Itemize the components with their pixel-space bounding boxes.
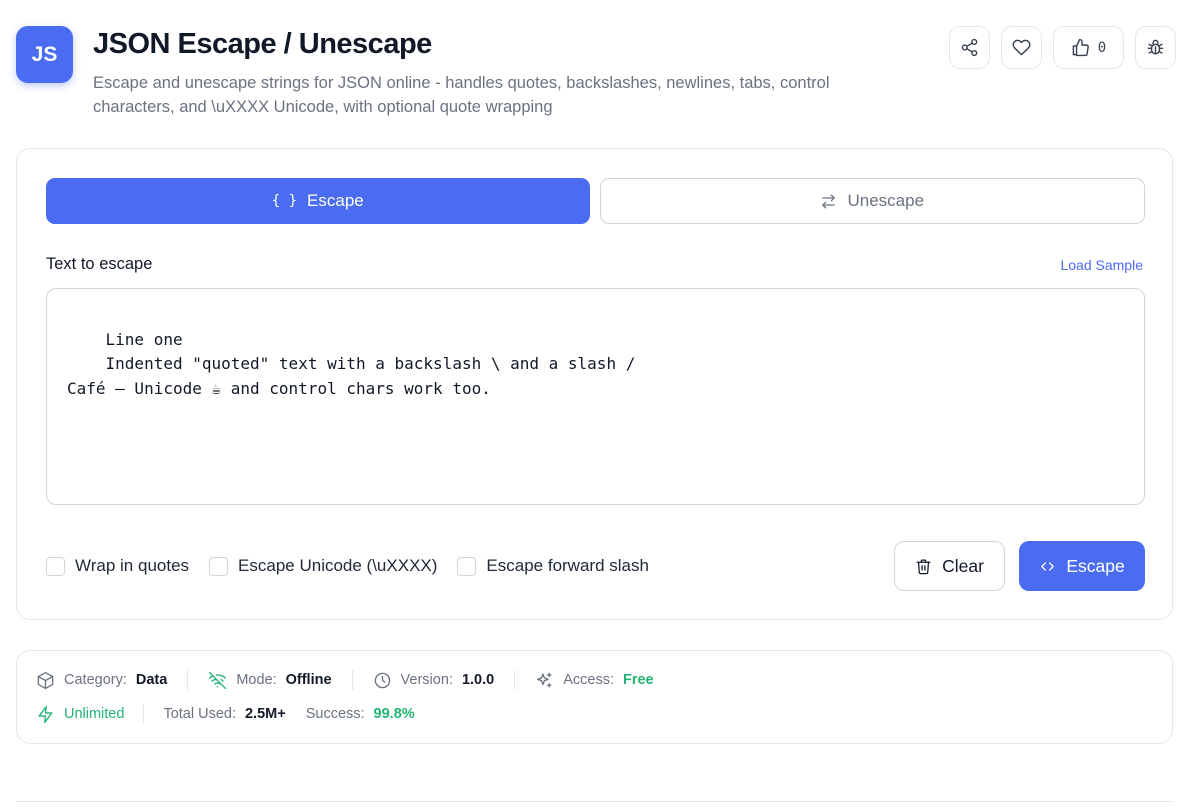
escape-button[interactable]: Escape (1019, 541, 1145, 591)
text-input[interactable]: Line one Indented "quoted" text with a b… (46, 288, 1145, 505)
meta-access: Access: Free (535, 671, 654, 690)
swap-arrows-icon (822, 193, 836, 209)
like-button[interactable]: 0 (1053, 26, 1124, 69)
code-icon (1041, 561, 1055, 571)
wrap-quotes-checkbox[interactable] (46, 556, 65, 576)
escape-unicode-checkbox[interactable] (209, 556, 229, 576)
header-actions: 0 (949, 26, 1176, 69)
meta-total-used-label: Total Used: (163, 706, 236, 722)
meta-total-used: Total Used: 2.5M+ (163, 706, 285, 722)
tool-card: { } Escape Unescape Text to escape Load … (16, 148, 1173, 620)
meta-mode: Mode: Offline (208, 671, 332, 690)
meta-category: Category: Data (36, 671, 167, 690)
divider (351, 670, 353, 690)
tool-logo: JS (16, 26, 73, 83)
text-input-value: Line one Indented "quoted" text with a b… (67, 329, 636, 398)
tab-unescape[interactable]: Unescape (599, 178, 1145, 224)
escape-slash-checkbox[interactable] (457, 556, 477, 576)
tool-header: JS JSON Escape / Unescape Escape and une… (16, 26, 1176, 126)
load-sample-link[interactable]: Load Sample (1060, 257, 1143, 273)
clock-icon (374, 672, 390, 688)
metadata-row-2: Unlimited Total Used: 2.5M+ Success: 99.… (36, 703, 415, 725)
meta-unlimited-label: Unlimited (64, 706, 125, 722)
meta-version: Version: 1.0.0 (373, 671, 495, 690)
meta-success-label: Success: (305, 706, 365, 722)
page-title: JSON Escape / Unescape (93, 28, 432, 60)
mode-tabs: { } Escape Unescape (46, 178, 1145, 224)
meta-version-label: Version: (400, 672, 453, 688)
clear-label: Clear (942, 555, 984, 576)
favorite-button[interactable] (1001, 26, 1042, 69)
escape-slash-label: Escape forward slash (486, 556, 649, 575)
thumbs-up-icon (1072, 38, 1089, 57)
meta-category-value: Data (135, 672, 168, 688)
footer-divider (16, 801, 1173, 802)
meta-mode-label: Mode: (236, 672, 277, 688)
divider (143, 704, 145, 724)
resize-handle[interactable] (1131, 491, 1141, 501)
sparkles-icon (537, 672, 552, 688)
meta-access-value: Free (622, 672, 654, 688)
metadata-row-1: Category: Data Mode: Offline Version: 1.… (36, 668, 654, 692)
like-count: 0 (1097, 39, 1107, 56)
escape-options: Wrap in quotes Escape Unicode (\uXXXX) E… (46, 554, 669, 578)
tab-escape[interactable]: { } Escape (46, 178, 590, 224)
cube-icon (37, 671, 54, 689)
meta-total-used-value: 2.5M+ (244, 706, 286, 722)
meta-success: Success: 99.8% (306, 706, 415, 722)
option-escape-unicode[interactable]: Escape Unicode (\uXXXX) (209, 556, 437, 576)
page-subtitle: Escape and unescape strings for JSON onl… (93, 74, 830, 116)
meta-success-value: 99.8% (373, 706, 415, 722)
input-label: Text to escape (46, 255, 153, 273)
report-bug-button[interactable] (1135, 26, 1176, 69)
divider (187, 670, 189, 690)
escape-unicode-label: Escape Unicode (\uXXXX) (238, 556, 438, 575)
heart-icon (1012, 39, 1031, 56)
tool-metadata: Category: Data Mode: Offline Version: 1.… (16, 650, 1173, 744)
wifi-off-icon (209, 671, 227, 689)
bolt-icon (38, 705, 53, 723)
clear-button[interactable]: Clear (894, 541, 1005, 591)
braces-icon: { } (271, 193, 298, 209)
tab-escape-label: Escape (307, 191, 364, 210)
meta-category-label: Category: (64, 672, 127, 688)
meta-mode-value: Offline (285, 672, 332, 688)
divider (514, 670, 516, 690)
meta-version-value: 1.0.0 (461, 672, 495, 688)
bug-icon (1147, 39, 1164, 55)
wrap-quotes-label: Wrap in quotes (75, 556, 190, 575)
option-escape-slash[interactable]: Escape forward slash (457, 556, 649, 576)
option-wrap-quotes[interactable]: Wrap in quotes (46, 556, 189, 576)
meta-unlimited: Unlimited (36, 705, 124, 724)
share-icon (961, 38, 978, 57)
tab-unescape-label: Unescape (847, 191, 925, 210)
meta-access-label: Access: (563, 672, 614, 688)
escape-label: Escape (1066, 555, 1125, 576)
share-button[interactable] (949, 26, 990, 69)
trash-icon (916, 558, 931, 574)
